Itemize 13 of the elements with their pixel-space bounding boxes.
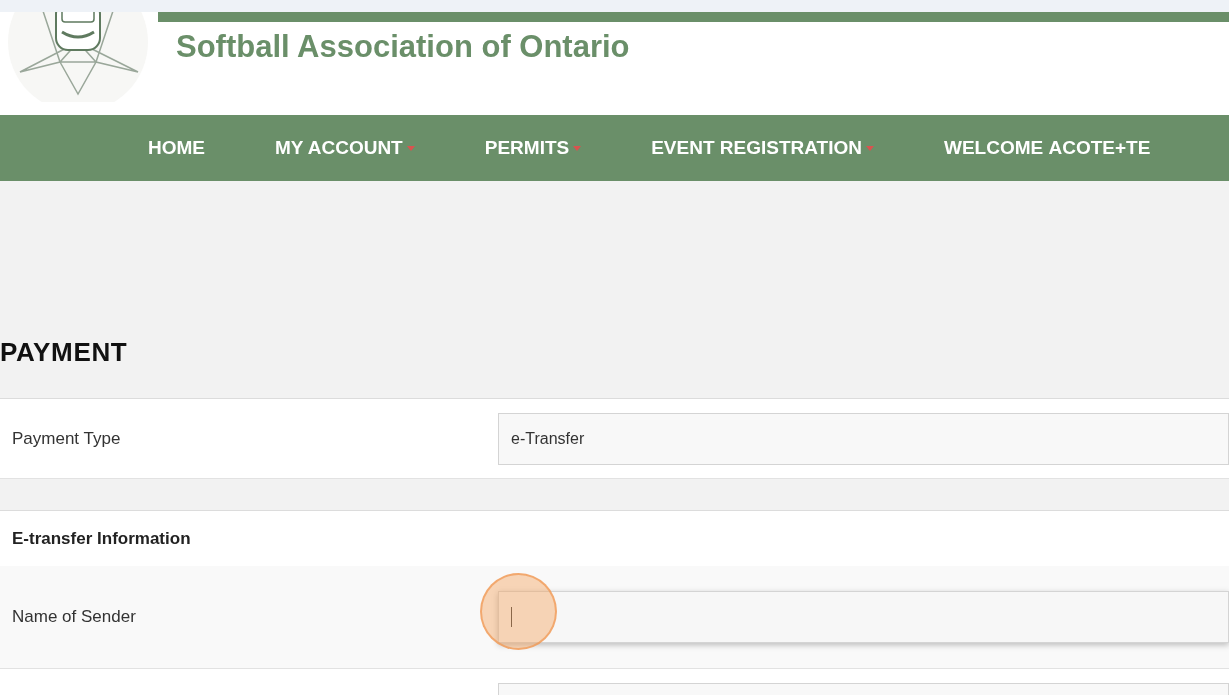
nav-link[interactable]: EVENT REGISTRATION <box>651 133 874 163</box>
text-input[interactable] <box>498 591 1229 643</box>
page-title: PAYMENT <box>0 336 128 369</box>
nav-link[interactable]: PERMITS <box>484 133 582 163</box>
nav-link[interactable]: HOME <box>148 133 205 163</box>
nav-link[interactable]: MY ACCOUNT <box>275 133 415 163</box>
field-label: Name of Sender <box>12 607 136 627</box>
text-input[interactable]: e-Transfer <box>498 412 1229 465</box>
field-label: Payment Type <box>12 428 121 448</box>
nav-link[interactable]: WELCOME ACOTE+TE <box>943 133 1151 163</box>
section-heading: E-transfer Information <box>12 527 191 550</box>
site-title: Softball Association of Ontario <box>176 28 631 66</box>
text-cursor <box>511 607 512 627</box>
